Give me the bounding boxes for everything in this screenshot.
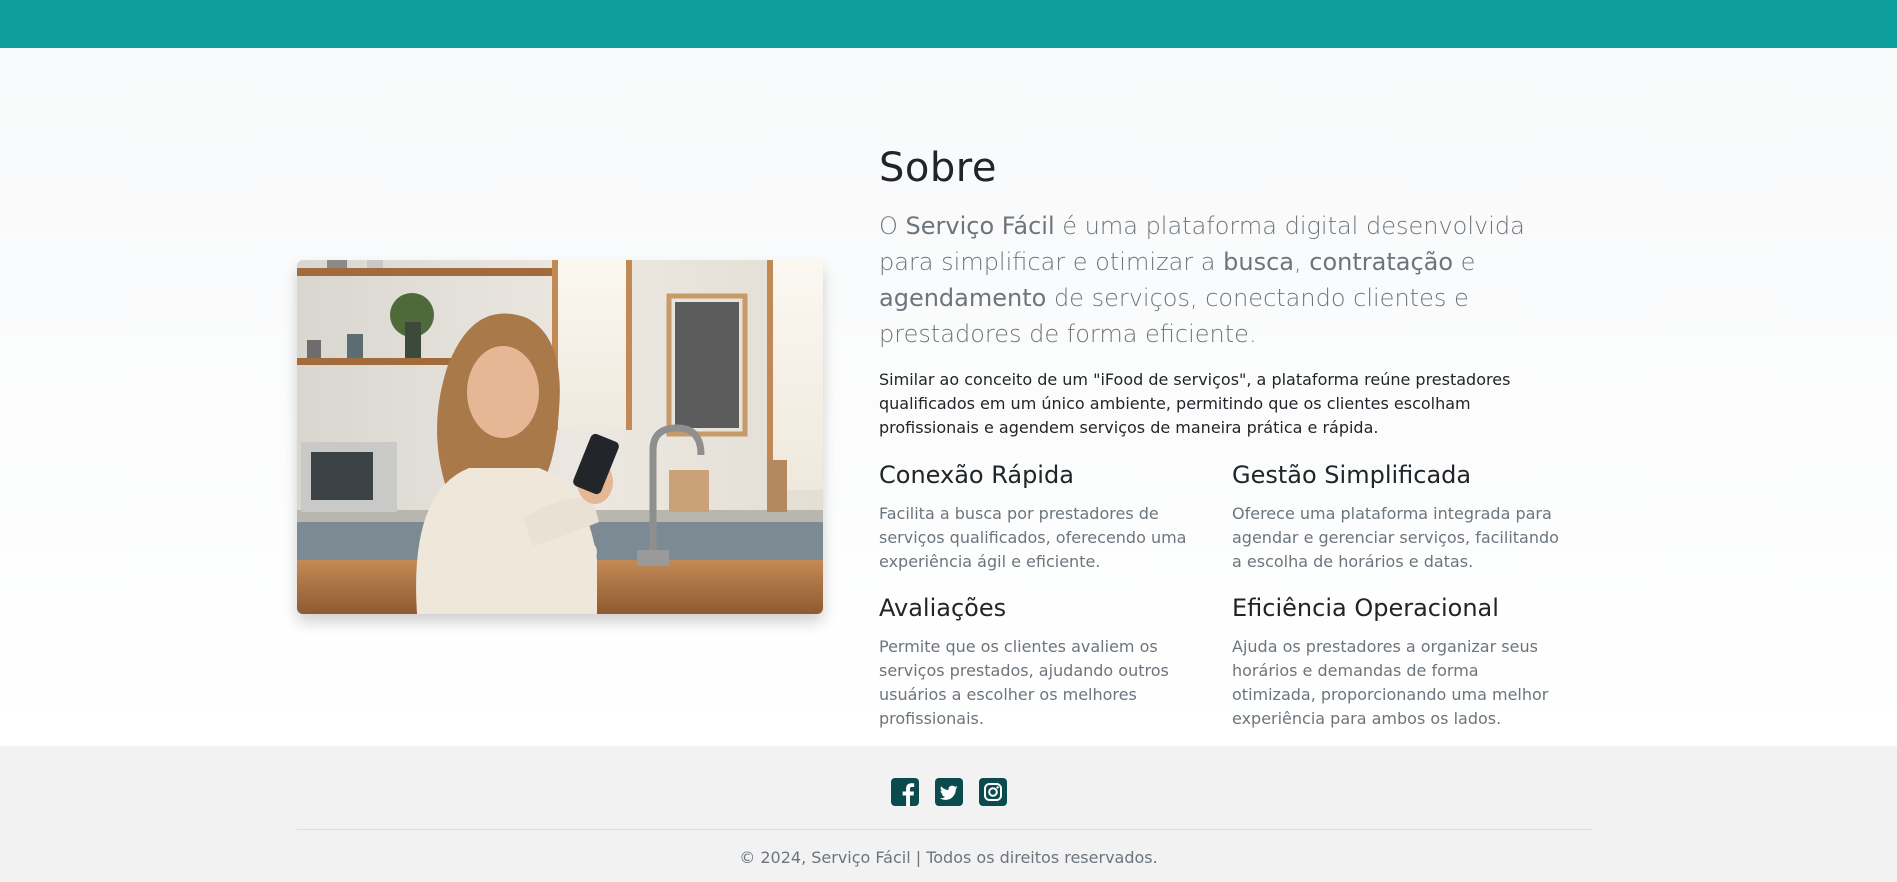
keyword-contratacao: contratação xyxy=(1309,248,1454,276)
lead-text: O xyxy=(879,212,906,240)
facebook-icon xyxy=(890,778,919,806)
about-photo xyxy=(297,260,823,614)
about-section: Sobre O Serviço Fácil é uma plataforma d… xyxy=(0,48,1897,746)
footer: © 2024, Serviço Fácil | Todos os direito… xyxy=(0,746,1897,882)
twitter-link[interactable] xyxy=(934,778,963,806)
woman-with-phone-image xyxy=(297,260,823,614)
instagram-link[interactable] xyxy=(978,778,1007,806)
twitter-icon xyxy=(934,778,963,806)
about-lead: O Serviço Fácil é uma plataforma digital… xyxy=(879,208,1559,352)
lead-text: , xyxy=(1293,248,1310,276)
feature-avaliacoes: Avaliações Permite que os clientes avali… xyxy=(879,593,1209,731)
feature-text: Oferece uma plataforma integrada para ag… xyxy=(1232,504,1559,571)
about-title: Sobre xyxy=(879,145,997,191)
feature-title: Eficiência Operacional xyxy=(1232,594,1499,622)
keyword-agendamento: agendamento xyxy=(879,284,1047,312)
about-description: Similar ao conceito de um "iFood de serv… xyxy=(879,370,1511,437)
feature-conexao-rapida: Conexão Rápida Facilita a busca por pres… xyxy=(879,460,1209,574)
feature-title: Conexão Rápida xyxy=(879,461,1074,489)
top-bar xyxy=(0,0,1897,48)
feature-title: Avaliações xyxy=(879,594,1007,622)
copyright-text: © 2024, Serviço Fácil | Todos os direito… xyxy=(739,848,1158,867)
feature-text: Ajuda os prestadores a organizar seus ho… xyxy=(1232,637,1549,728)
instagram-icon xyxy=(978,778,1007,806)
feature-text: Permite que os clientes avaliem os servi… xyxy=(879,637,1169,728)
facebook-link[interactable] xyxy=(890,778,919,806)
lead-text: e xyxy=(1453,248,1476,276)
feature-title: Gestão Simplificada xyxy=(1232,461,1472,489)
brand-name: Serviço Fácil xyxy=(905,212,1055,240)
social-links xyxy=(0,778,1897,808)
feature-eficiencia-operacional: Eficiência Operacional Ajuda os prestado… xyxy=(1232,593,1562,731)
footer-divider xyxy=(297,829,1593,830)
keyword-busca: busca xyxy=(1223,248,1294,276)
feature-gestao-simplificada: Gestão Simplificada Oferece uma platafor… xyxy=(1232,460,1562,574)
feature-text: Facilita a busca por prestadores de serv… xyxy=(879,504,1187,571)
